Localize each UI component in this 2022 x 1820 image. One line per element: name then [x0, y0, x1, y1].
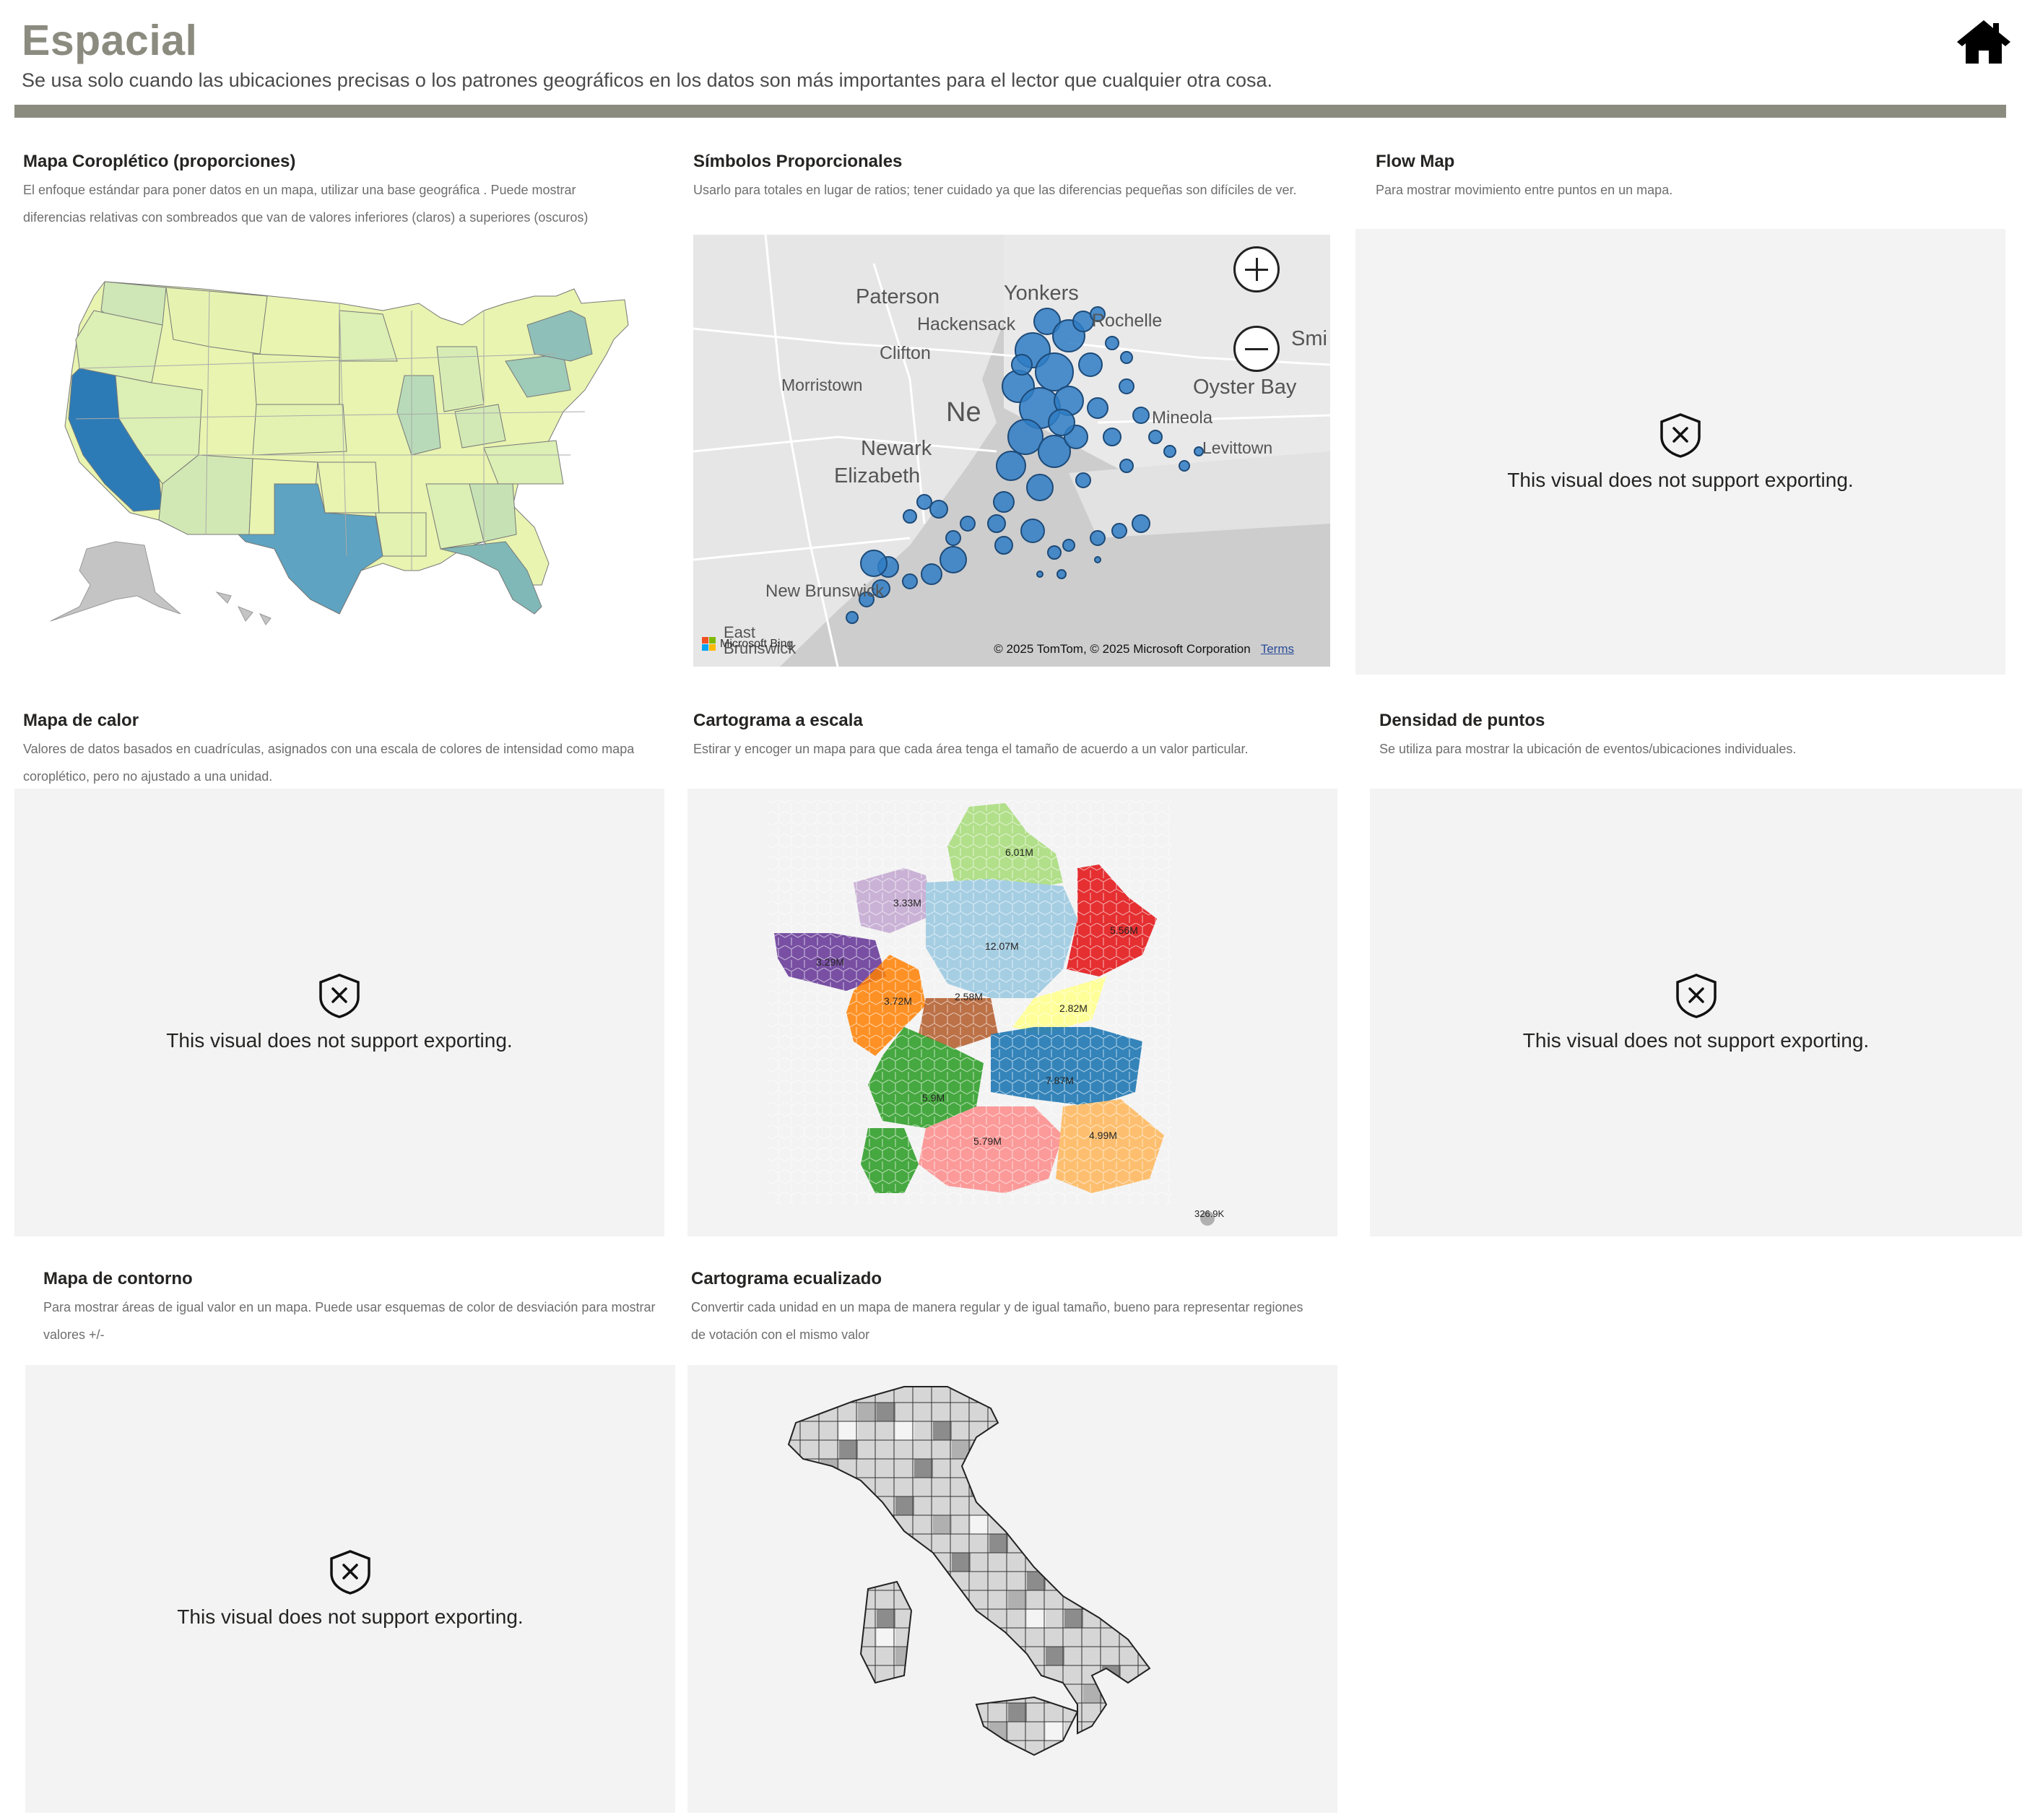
no-export-message: This visual does not support exporting. — [1522, 1029, 1870, 1052]
contour-map-placeholder: This visual does not support exporting. — [25, 1365, 675, 1813]
dot-density-placeholder: This visual does not support exporting. — [1370, 789, 2022, 1236]
cartogram-label: 6.01M — [1005, 846, 1033, 858]
place-label: Smi — [1291, 327, 1327, 350]
cartogram-label: 3.72M — [884, 995, 912, 1007]
flow-map-placeholder: This visual does not support exporting. — [1355, 229, 2005, 675]
visual-description: Valores de datos basados en cuadrículas,… — [23, 742, 635, 784]
place-label: Clifton — [880, 343, 931, 363]
place-label: Newark — [861, 437, 932, 460]
place-label: Levittown — [1202, 438, 1273, 457]
visual-description: Usarlo para totales en lugar de ratios; … — [693, 183, 1297, 197]
no-export-message: This visual does not support exporting. — [177, 1606, 524, 1628]
no-export-message: This visual does not support exporting. — [1507, 468, 1854, 491]
cartogram-label: 5.9M — [922, 1092, 945, 1104]
equalized-cartogram[interactable] — [687, 1365, 1337, 1813]
zoom-in-button[interactable] — [1233, 246, 1280, 292]
home-icon — [1957, 20, 2010, 64]
shield-x-icon — [319, 974, 360, 1018]
cartogram-label: 5.79M — [973, 1135, 1002, 1147]
place-label: Paterson — [856, 285, 940, 308]
place-label: Elizabeth — [834, 464, 921, 488]
shield-x-icon — [1675, 974, 1717, 1018]
home-button[interactable] — [1956, 17, 2012, 65]
visual-title: Cartograma a escala — [693, 711, 863, 730]
visual-description: Para mostrar movimiento entre puntos en … — [1376, 183, 1673, 197]
visual-title: Mapa Coroplético (proporciones) — [23, 152, 296, 171]
cartogram-label: 326.9K — [1194, 1208, 1225, 1219]
scaled-cartogram[interactable]: 6.01M 3.33M 12.07M 5.56M 3.29M 3.72M 2.5… — [687, 789, 1337, 1236]
heat-map-placeholder: This visual does not support exporting. — [14, 789, 664, 1236]
terms-link[interactable]: Terms — [1261, 642, 1294, 656]
place-label: Rochelle — [1092, 311, 1163, 331]
bing-logo: Microsoft Bing — [702, 637, 793, 651]
visual-description: Se utiliza para mostrar la ubicación de … — [1379, 742, 1797, 756]
place-label: Yonkers — [1004, 282, 1079, 305]
place-label: Morristown — [781, 376, 863, 394]
microsoft-logo-icon — [702, 637, 716, 651]
visual-title: Flow Map — [1376, 152, 1455, 171]
place-label: New Brunswick — [765, 581, 885, 601]
cartogram-label: 5.56M — [1110, 924, 1138, 936]
header-divider — [14, 105, 2006, 118]
visual-description: Para mostrar áreas de igual valor en un … — [43, 1300, 656, 1342]
visual-title: Mapa de contorno — [43, 1269, 193, 1288]
page-subtitle: Se usa solo cuando las ubicaciones preci… — [22, 69, 1272, 91]
shield-x-icon — [1660, 412, 1701, 458]
place-label: Mineola — [1152, 408, 1213, 428]
choropleth-map[interactable] — [36, 267, 643, 643]
cartogram-label: 3.33M — [893, 897, 921, 909]
cartogram-label: 12.07M — [985, 940, 1019, 952]
shield-x-icon — [330, 1550, 370, 1595]
place-label: Ne — [946, 397, 981, 428]
page-title: Espacial — [22, 17, 198, 64]
visual-description: Estirar y encoger un mapa para que cada … — [693, 742, 1249, 756]
place-label: Oyster Bay — [1193, 376, 1297, 399]
no-export-message: This visual does not support exporting. — [166, 1029, 513, 1052]
cartogram-label: 3.29M — [816, 956, 844, 968]
visual-title: Densidad de puntos — [1379, 711, 1545, 730]
cartogram-label: 2.58M — [955, 991, 983, 1002]
cartogram-label: 2.82M — [1059, 1002, 1088, 1014]
visual-title: Símbolos Proporcionales — [693, 152, 903, 171]
visual-description: Convertir cada unidad en un mapa de mane… — [691, 1300, 1303, 1342]
zoom-out-button[interactable] — [1233, 326, 1280, 372]
proportional-symbol-map[interactable]: Paterson Yonkers Hackensack Rochelle Cli… — [693, 235, 1330, 667]
cartogram-label: 4.99M — [1089, 1130, 1117, 1141]
visual-title: Cartograma ecualizado — [691, 1269, 882, 1288]
map-attribution: © 2025 TomTom, © 2025 Microsoft Corporat… — [994, 642, 1294, 656]
place-label: Hackensack — [917, 314, 1016, 334]
visual-title: Mapa de calor — [23, 711, 139, 730]
visual-description: El enfoque estándar para poner datos en … — [23, 183, 589, 225]
cartogram-label: 7.87M — [1046, 1075, 1074, 1086]
